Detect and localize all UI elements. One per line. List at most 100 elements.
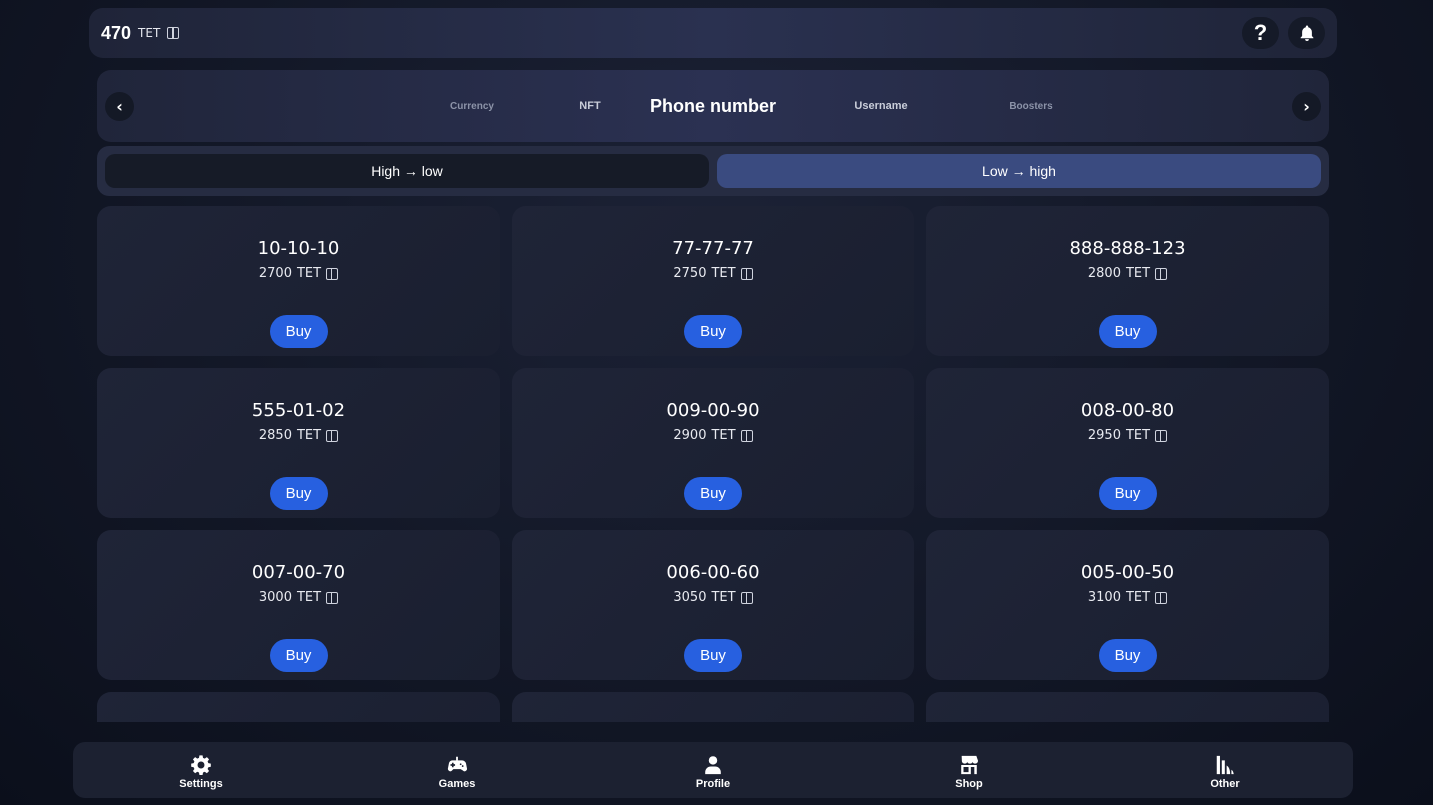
coin-icon [326, 591, 339, 604]
phone-number-value: 009-00-90 [666, 400, 760, 421]
buy-button[interactable]: Buy [1098, 639, 1157, 672]
bell-icon [1300, 25, 1313, 42]
price-currency: TET [711, 428, 736, 443]
help-button[interactable]: ? [1242, 17, 1279, 49]
coin-icon [326, 267, 339, 280]
buy-button[interactable]: Buy [269, 639, 328, 672]
balance-value: 470 [101, 22, 132, 43]
price: 2750 TET [512, 266, 914, 281]
price-currency: TET [296, 428, 322, 443]
nav-games[interactable]: Games [329, 742, 585, 798]
price-value: 3000 [258, 590, 292, 605]
nav-settings-label: Settings [179, 778, 223, 790]
phone-number-value: 006-00-60 [666, 562, 760, 583]
sort-high-to-low-button[interactable]: High → low [105, 154, 709, 188]
bottom-nav: Settings Games Profile Shop Other [73, 742, 1353, 798]
carousel-next-button[interactable]: › [1292, 92, 1321, 121]
buy-button[interactable]: Buy [269, 477, 328, 510]
nav-profile[interactable]: Profile [585, 742, 841, 798]
phone-number-value: 008-00-80 [1080, 400, 1175, 421]
price-currency: TET [1125, 266, 1151, 281]
buy-button[interactable]: Buy [1098, 315, 1157, 348]
user-icon [705, 756, 721, 775]
product-card: 005-00-50 3100 TET Buy [926, 530, 1329, 680]
price-value: 2750 [673, 266, 707, 281]
buy-button[interactable]: Buy [684, 639, 742, 672]
balance-currency: TET [138, 26, 161, 40]
product-card-partial [512, 692, 914, 722]
price-value: 2850 [258, 428, 292, 443]
nav-profile-label: Profile [695, 778, 731, 790]
sort-toggle: High → low Low → high [97, 146, 1329, 196]
product-card-partial [926, 692, 1329, 722]
price-value: 3100 [1087, 590, 1121, 605]
phone-number-value: 77-77-77 [672, 238, 754, 259]
product-card: 007-00-70 3000 TET Buy [97, 530, 500, 680]
category-boosters[interactable]: Boosters [1009, 70, 1052, 142]
category-currency[interactable]: Currency [450, 70, 494, 142]
top-bar: 470 TET ? [89, 8, 1337, 58]
app: 470 TET ? ‹ Currency NFT Phone number Us… [0, 0, 1433, 805]
product-card: 009-00-90 2900 TET Buy [512, 368, 914, 518]
phone-number-value: 555-01-02 [251, 400, 346, 421]
category-nft[interactable]: NFT [579, 70, 600, 142]
sort-low-to-high-button[interactable]: Low → high [717, 154, 1321, 188]
nav-games-label: Games [438, 778, 476, 790]
product-list[interactable]: 10-10-10 2700 TET Buy 77-77-77 2750 TET Buy 888-… [97, 206, 1329, 722]
category-carousel: ‹ Currency NFT Phone number Username Boo… [97, 70, 1329, 142]
price-currency: TET [711, 590, 736, 605]
balance-display: 470 TET [101, 22, 180, 44]
category-username[interactable]: Username [854, 70, 907, 142]
price-value: 2700 [258, 266, 292, 281]
coin-icon [326, 429, 339, 442]
buy-button[interactable]: Buy [269, 315, 328, 348]
coin-icon [1155, 429, 1168, 442]
product-card: 10-10-10 2700 TET Buy [97, 206, 500, 356]
product-card: 008-00-80 2950 TET Buy [926, 368, 1329, 518]
buy-button[interactable]: Buy [684, 315, 742, 348]
price-value: 3050 [673, 590, 707, 605]
price-currency: TET [711, 266, 736, 281]
coin-icon [1155, 591, 1168, 604]
product-card: 555-01-02 2850 TET Buy [97, 368, 500, 518]
price: 2900 TET [512, 428, 914, 443]
coin-icon [740, 429, 753, 442]
price-currency: TET [296, 266, 322, 281]
chart-icon [1216, 755, 1234, 775]
nav-shop[interactable]: Shop [841, 742, 1097, 798]
price: 3100 TET [926, 590, 1329, 605]
coin-icon [1155, 267, 1168, 280]
price-value: 2800 [1087, 266, 1121, 281]
price: 3050 TET [512, 590, 914, 605]
buy-button[interactable]: Buy [1098, 477, 1157, 510]
carousel-prev-button[interactable]: ‹ [105, 92, 134, 121]
nav-shop-label: Shop [955, 778, 983, 790]
phone-number-value: 10-10-10 [257, 238, 340, 259]
notifications-button[interactable] [1288, 17, 1325, 49]
buy-button[interactable]: Buy [684, 477, 742, 510]
phone-number-value: 005-00-50 [1080, 562, 1175, 583]
product-grid: 10-10-10 2700 TET Buy 77-77-77 2750 TET Buy 888-… [97, 206, 1329, 722]
gamepad-icon [447, 756, 468, 772]
gear-icon [191, 755, 211, 775]
nav-other[interactable]: Other [1097, 742, 1353, 798]
product-card-partial [97, 692, 500, 722]
product-card: 77-77-77 2750 TET Buy [512, 206, 914, 356]
price: 2800 TET [926, 266, 1329, 281]
price: 2850 TET [97, 428, 500, 443]
price: 3000 TET [97, 590, 500, 605]
phone-number-value: 888-888-123 [1069, 238, 1186, 259]
price-currency: TET [1125, 428, 1151, 443]
price: 2700 TET [97, 266, 500, 281]
price-currency: TET [1125, 590, 1151, 605]
price-value: 2950 [1087, 428, 1121, 443]
price-currency: TET [296, 590, 322, 605]
nav-settings[interactable]: Settings [73, 742, 329, 798]
store-icon [961, 755, 978, 775]
coin-icon [167, 27, 180, 39]
price: 2950 TET [926, 428, 1329, 443]
help-icon: ? [1253, 20, 1268, 45]
category-phone-number[interactable]: Phone number [650, 70, 776, 142]
nav-other-label: Other [1210, 778, 1240, 790]
price-value: 2900 [673, 428, 707, 443]
